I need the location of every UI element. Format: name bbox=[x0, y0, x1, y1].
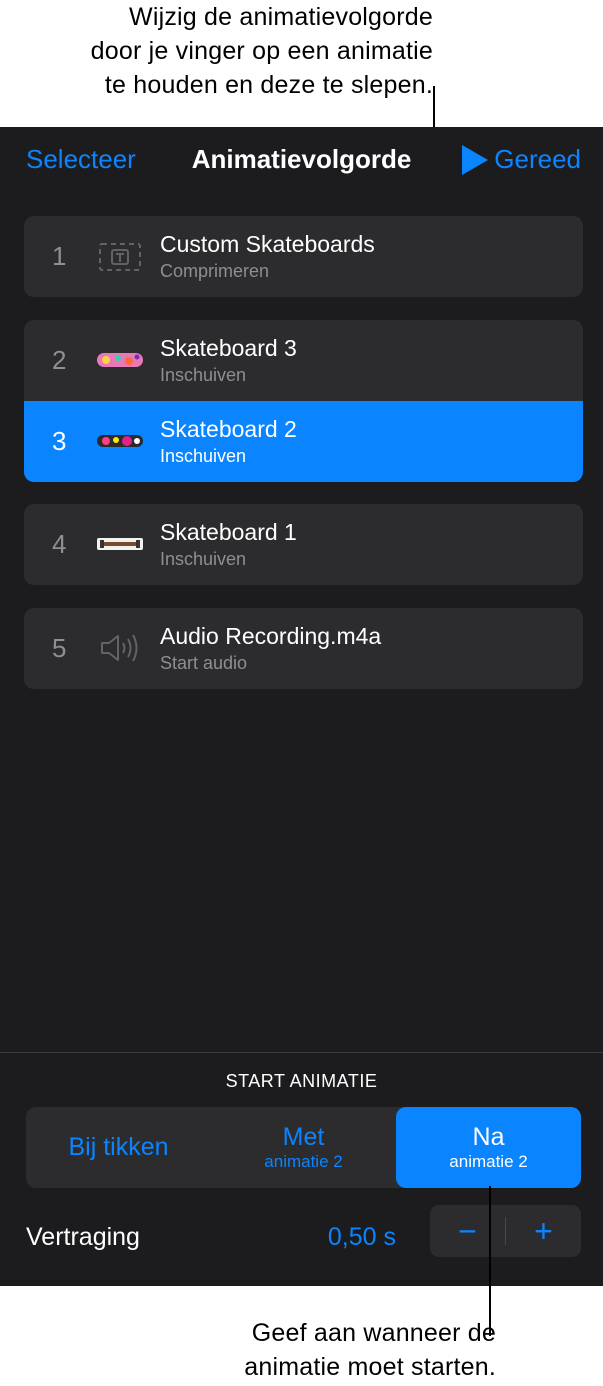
animation-number: 4 bbox=[52, 529, 67, 559]
start-animation-section: START ANIMATIE Bij tikken Met animatie 2… bbox=[0, 1052, 603, 1287]
animation-row[interactable]: 1 Custom Skateboards Comprimeren bbox=[24, 216, 583, 297]
animation-group-3: 4 Skateboard 1 Inschuiven bbox=[24, 504, 583, 585]
text-box-icon bbox=[99, 243, 141, 271]
animation-number: 5 bbox=[52, 633, 67, 663]
animation-number: 3 bbox=[52, 426, 67, 456]
animation-number: 1 bbox=[52, 241, 67, 271]
animation-title: Custom Skateboards bbox=[160, 231, 375, 257]
animation-row[interactable]: 2 Skateboard 3 Inschuiven bbox=[24, 320, 583, 401]
animation-group-2: 2 Skateboard 3 Inschuiven 3 Skateboard 2… bbox=[24, 320, 583, 482]
play-icon[interactable] bbox=[462, 144, 489, 175]
animation-group-1: 1 Custom Skateboards Comprimeren bbox=[24, 216, 583, 297]
skateboard-3-thumbnail bbox=[97, 353, 143, 367]
start-segmented-control: Bij tikken Met animatie 2 Na animatie 2 bbox=[26, 1107, 581, 1188]
segment-after-label: Na bbox=[472, 1123, 505, 1151]
reorder-callout: Wijzig de animatievolgorde door je vinge… bbox=[90, 3, 433, 99]
start-callout: Geef aan wanneer de animatie moet starte… bbox=[244, 1319, 496, 1381]
segment-with-label: Met bbox=[282, 1123, 325, 1151]
delay-label: Vertraging bbox=[26, 1223, 140, 1251]
delay-value: 0,50 s bbox=[327, 1223, 396, 1251]
delay-stepper: − + bbox=[430, 1205, 581, 1257]
segment-with-sublabel: animatie 2 bbox=[264, 1152, 343, 1171]
animation-effect: Inschuiven bbox=[160, 446, 247, 466]
animation-row[interactable]: 4 Skateboard 1 Inschuiven bbox=[24, 504, 583, 585]
skateboard-2-thumbnail bbox=[97, 435, 143, 447]
segment-on-tap[interactable]: Bij tikken bbox=[26, 1107, 211, 1188]
animation-title: Skateboard 1 bbox=[160, 519, 297, 545]
start-animation-label: START ANIMATIE bbox=[225, 1071, 378, 1091]
speaker-icon bbox=[101, 634, 138, 662]
segment-with-animation[interactable]: Met animatie 2 bbox=[211, 1107, 396, 1188]
segment-after-sublabel: animatie 2 bbox=[449, 1152, 528, 1171]
animation-row-selected[interactable]: 3 Skateboard 2 Inschuiven bbox=[24, 401, 583, 482]
animation-row[interactable]: 5 Audio Recording.m4a Start audio bbox=[24, 608, 583, 689]
done-label: Gereed bbox=[494, 144, 581, 174]
animation-title: Audio Recording.m4a bbox=[160, 623, 382, 649]
animation-title: Skateboard 2 bbox=[160, 416, 297, 442]
segment-after-animation[interactable]: Na animatie 2 bbox=[396, 1107, 581, 1188]
animation-title: Skateboard 3 bbox=[160, 335, 297, 361]
start-callout-leader bbox=[489, 1186, 491, 1336]
animation-effect: Comprimeren bbox=[160, 261, 270, 281]
animation-group-4: 5 Audio Recording.m4a Start audio bbox=[24, 608, 583, 689]
animation-effect: Inschuiven bbox=[160, 549, 247, 569]
nav-bar: Selecteer Animatievolgorde Gereed bbox=[0, 127, 603, 197]
animation-order-panel: Selecteer Animatievolgorde Gereed 1 Cust… bbox=[0, 127, 603, 1286]
skateboard-1-thumbnail bbox=[97, 538, 143, 550]
done-button[interactable]: Gereed bbox=[462, 144, 581, 175]
increase-delay-button[interactable]: + bbox=[506, 1205, 581, 1257]
animation-number: 2 bbox=[52, 345, 67, 375]
animation-effect: Start audio bbox=[160, 653, 248, 673]
segment-on-tap-label: Bij tikken bbox=[68, 1133, 169, 1161]
animation-effect: Inschuiven bbox=[160, 365, 247, 385]
decrease-delay-button[interactable]: − bbox=[430, 1205, 505, 1257]
